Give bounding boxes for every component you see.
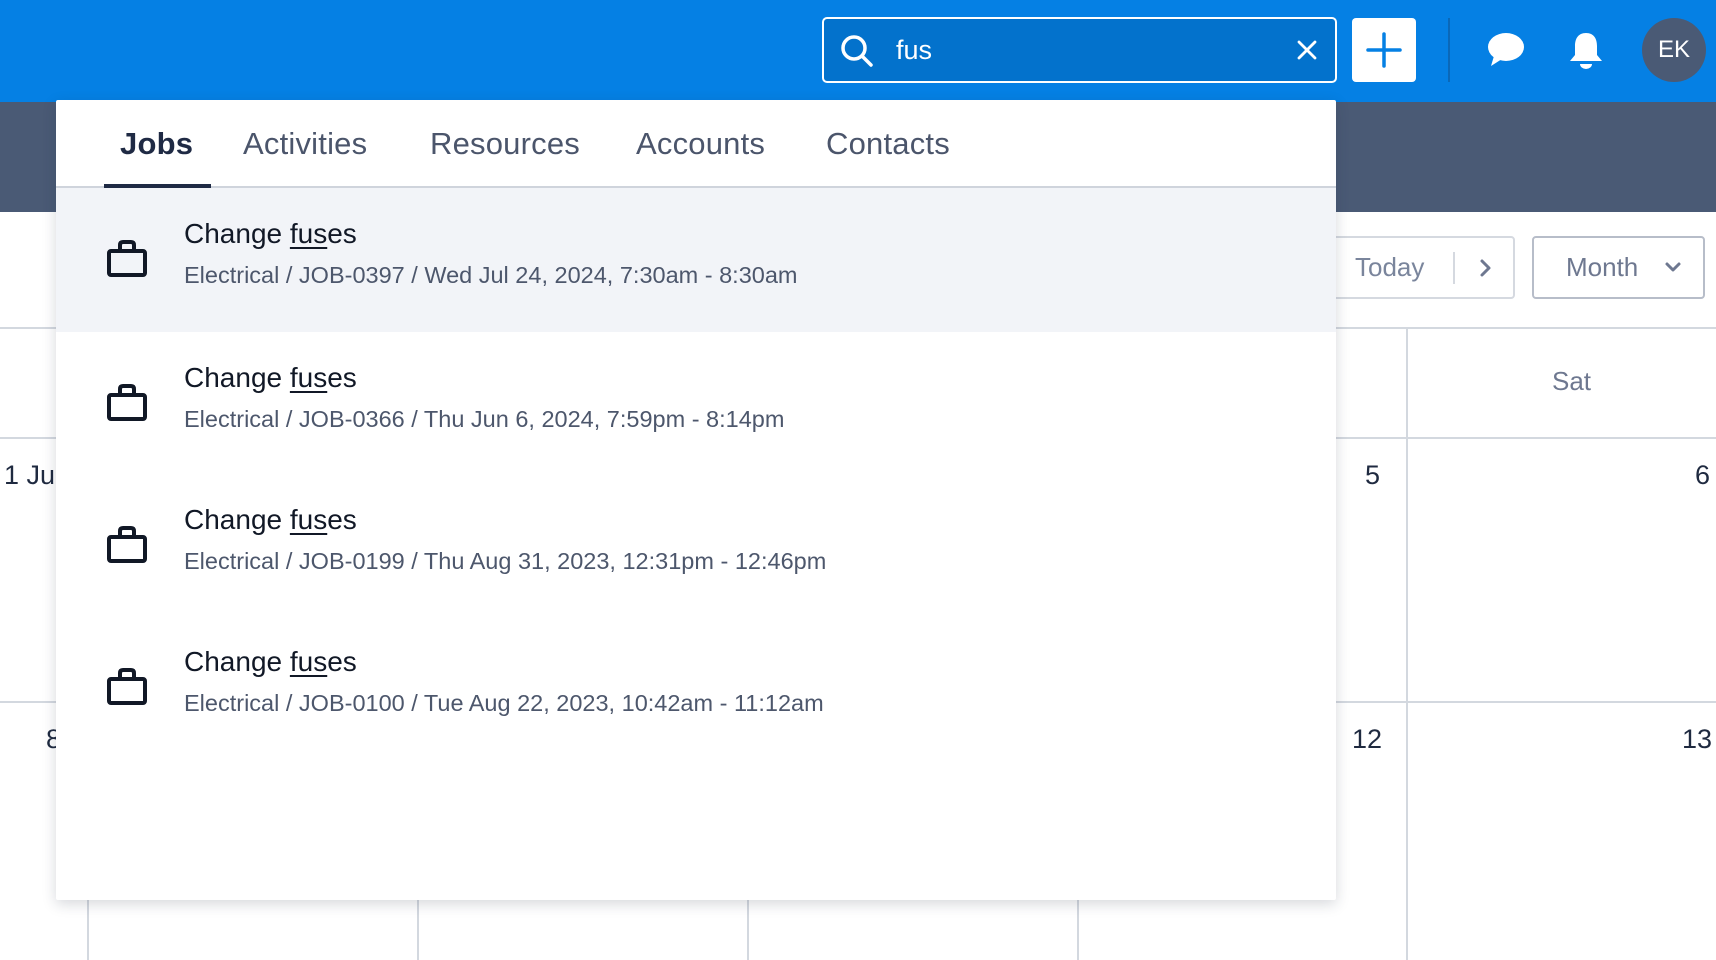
clear-search-icon[interactable] <box>1293 36 1321 64</box>
briefcase-icon <box>107 240 147 277</box>
chat-icon[interactable] <box>1484 30 1528 70</box>
view-select-dropdown[interactable]: Month <box>1532 236 1705 299</box>
result-title: Change fuses <box>184 362 357 393</box>
search-result-item[interactable]: Change fuses Electrical / JOB-0397 / Wed… <box>56 188 1336 332</box>
day-cell-13[interactable]: 13 <box>1682 724 1712 755</box>
result-subtitle: Electrical / JOB-0199 / Thu Aug 31, 2023… <box>184 548 827 574</box>
briefcase-icon <box>107 668 147 705</box>
next-period-button[interactable] <box>1466 238 1510 297</box>
view-select-label: Month <box>1566 252 1639 282</box>
create-new-button[interactable] <box>1352 18 1416 82</box>
result-title: Change fuses <box>184 504 357 535</box>
day-cell-12[interactable]: 12 <box>1352 724 1382 755</box>
tab-activities[interactable]: Activities <box>243 126 367 162</box>
briefcase-icon <box>107 526 147 563</box>
today-separator <box>1453 252 1455 284</box>
plus-icon <box>1366 32 1402 68</box>
result-title: Change fuses <box>184 218 357 249</box>
search-results-dropdown: Jobs Activities Resources Accounts Conta… <box>56 100 1336 900</box>
result-subtitle: Electrical / JOB-0397 / Wed Jul 24, 2024… <box>184 262 798 288</box>
search-match-highlight: fus <box>289 504 328 535</box>
result-subtitle: Electrical / JOB-0366 / Thu Jun 6, 2024,… <box>184 406 785 432</box>
tab-accounts[interactable]: Accounts <box>636 126 765 162</box>
search-result-item[interactable]: Change fuses Electrical / JOB-0199 / Thu… <box>56 474 1336 616</box>
day-header-sat: Sat <box>1552 366 1592 396</box>
search-result-item[interactable]: Change fuses Electrical / JOB-0366 / Thu… <box>56 332 1336 474</box>
result-title: Change fuses <box>184 646 357 677</box>
tab-contacts[interactable]: Contacts <box>826 126 950 162</box>
search-match-highlight: fus <box>289 218 328 249</box>
search-category-tabs: Jobs Activities Resources Accounts Conta… <box>56 100 1336 188</box>
user-avatar[interactable]: EK <box>1642 18 1706 82</box>
search-input[interactable] <box>896 27 1276 73</box>
day-cell-label[interactable]: 1 Ju <box>4 460 55 491</box>
tab-jobs[interactable]: Jobs <box>120 126 193 162</box>
tab-resources[interactable]: Resources <box>430 126 580 162</box>
bell-icon[interactable] <box>1566 30 1606 72</box>
search-match-highlight: fus <box>289 362 328 393</box>
result-subtitle: Electrical / JOB-0100 / Tue Aug 22, 2023… <box>184 690 824 716</box>
search-match-highlight: fus <box>289 646 328 677</box>
top-navigation-bar: EK <box>0 0 1716 102</box>
grid-line <box>1406 327 1408 960</box>
global-search-box[interactable] <box>822 17 1337 83</box>
day-cell-6[interactable]: 6 <box>1695 460 1710 491</box>
today-button[interactable]: Today <box>1355 238 1424 297</box>
chevron-right-icon <box>1480 259 1491 277</box>
day-cell-5[interactable]: 5 <box>1365 460 1380 491</box>
search-results-list: Change fuses Electrical / JOB-0397 / Wed… <box>56 188 1336 758</box>
briefcase-icon <box>107 384 147 421</box>
chevron-down-icon <box>1665 262 1681 272</box>
search-icon <box>841 35 873 67</box>
header-divider <box>1448 18 1450 82</box>
search-result-item[interactable]: Change fuses Electrical / JOB-0100 / Tue… <box>56 616 1336 758</box>
